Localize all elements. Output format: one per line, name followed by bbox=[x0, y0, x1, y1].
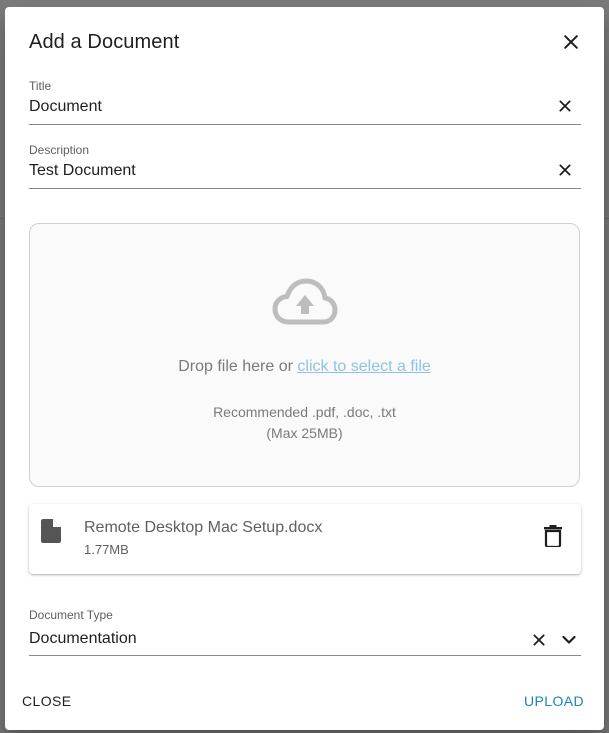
add-document-dialog: Add a Document Title Description bbox=[5, 7, 604, 730]
title-label: Title bbox=[29, 79, 52, 93]
dropzone-prompt-text: Drop file here or bbox=[178, 358, 298, 375]
document-type-field[interactable]: Document Type Documentation bbox=[29, 608, 581, 658]
trash-icon bbox=[544, 525, 562, 547]
clear-icon bbox=[559, 100, 571, 112]
document-type-value[interactable]: Documentation bbox=[29, 630, 137, 648]
cloud-upload-icon bbox=[272, 278, 338, 325]
file-name: Remote Desktop Mac Setup.docx bbox=[84, 519, 323, 536]
close-icon bbox=[564, 35, 578, 49]
title-input[interactable] bbox=[29, 95, 549, 119]
description-field: Description bbox=[29, 143, 581, 193]
dropzone-prompt: Drop file here or click to select a file bbox=[30, 358, 579, 376]
clear-description-button[interactable] bbox=[555, 160, 575, 180]
dialog-title: Add a Document bbox=[29, 31, 180, 53]
close-button[interactable]: CLOSE bbox=[22, 693, 71, 709]
clear-document-type-button[interactable] bbox=[529, 630, 549, 650]
description-underline bbox=[29, 188, 581, 189]
select-file-link[interactable]: click to select a file bbox=[297, 358, 430, 375]
recommended-formats: Recommended .pdf, .doc, .txt bbox=[213, 404, 396, 420]
chevron-down-icon bbox=[562, 635, 576, 644]
title-field: Title bbox=[29, 79, 581, 129]
clear-icon bbox=[559, 164, 571, 176]
dropzone-hint: Recommended .pdf, .doc, .txt (Max 25MB) bbox=[30, 402, 579, 444]
selected-file-card: Remote Desktop Mac Setup.docx 1.77MB bbox=[29, 504, 581, 574]
document-type-underline bbox=[29, 655, 581, 656]
description-label: Description bbox=[29, 143, 90, 157]
file-size: 1.77MB bbox=[84, 542, 129, 557]
document-type-dropdown-button[interactable] bbox=[558, 630, 580, 650]
title-underline bbox=[29, 124, 581, 125]
clear-title-button[interactable] bbox=[555, 96, 575, 116]
file-dropzone[interactable]: Drop file here or click to select a file… bbox=[29, 223, 580, 487]
max-size: (Max 25MB) bbox=[266, 425, 343, 441]
close-dialog-button[interactable] bbox=[559, 30, 583, 54]
document-icon bbox=[41, 519, 61, 543]
upload-button[interactable]: UPLOAD bbox=[524, 693, 584, 709]
delete-file-button[interactable] bbox=[541, 524, 565, 548]
description-input[interactable] bbox=[29, 159, 549, 183]
clear-icon bbox=[533, 634, 545, 646]
document-type-label: Document Type bbox=[29, 608, 113, 622]
